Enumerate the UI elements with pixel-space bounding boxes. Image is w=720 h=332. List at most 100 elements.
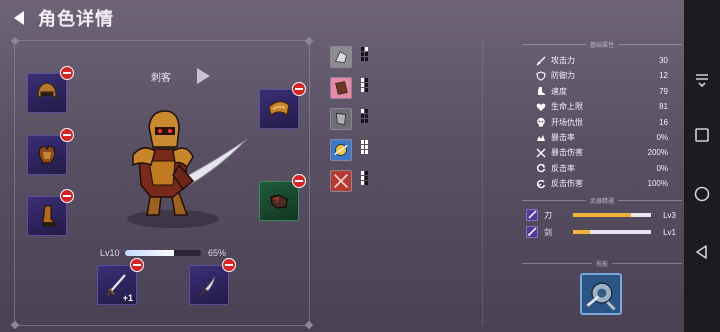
skill-pip <box>365 57 368 61</box>
skill-row[interactable] <box>330 77 370 99</box>
weapon-level: Lv3 <box>663 210 676 220</box>
skill-row[interactable] <box>330 170 370 192</box>
shoulder-armor-icon <box>268 100 290 117</box>
skill-row[interactable] <box>330 46 370 68</box>
stat-row: 生命上限 81 <box>536 100 668 113</box>
gloves-slot[interactable] <box>259 174 306 221</box>
skill-pip <box>361 176 364 180</box>
skill-pip <box>361 145 364 149</box>
stat-value: 12 <box>659 71 668 81</box>
skill-red-icon <box>330 170 352 192</box>
skill-pip <box>365 171 368 175</box>
stat-value: 79 <box>659 86 668 96</box>
stat-row: 开场仇恨 16 <box>536 116 668 129</box>
back-arrow-icon <box>14 11 24 25</box>
counter-rate-icon <box>536 164 546 173</box>
weapon-name: 刀 <box>544 210 552 220</box>
remove-helmet-button[interactable] <box>60 66 74 80</box>
skull-stat-icon <box>537 117 545 127</box>
boots-icon <box>42 205 56 227</box>
nav-menu-icon[interactable] <box>693 72 711 90</box>
counter-damage-icon <box>536 179 546 188</box>
skill-blue-icon <box>330 139 352 161</box>
mastery-bar <box>573 230 651 234</box>
skill-pip <box>365 83 368 87</box>
stat-row: 防御力 12 <box>536 69 668 82</box>
stat-row: 暴击伤害 200% <box>536 146 668 159</box>
character-detail-screen: 角色详情 +1 刺客 Lv10 65% 基础属性 攻击力 30 防御力 12 速… <box>0 0 684 332</box>
skill-pip <box>361 181 364 185</box>
skill-pip <box>361 52 364 56</box>
skill-pip <box>365 78 368 82</box>
gloves-icon <box>270 194 288 209</box>
xp-percent: 65% <box>208 248 227 258</box>
xp-bar <box>125 250 201 256</box>
skill-pip <box>365 114 368 118</box>
skill-pip <box>365 181 368 185</box>
skill-pip <box>361 171 364 175</box>
boots-slot[interactable] <box>27 189 74 236</box>
stat-label: 反击伤害 <box>551 179 583 189</box>
remove-gloves-button[interactable] <box>292 174 306 188</box>
skill-row[interactable] <box>330 139 370 161</box>
skill-gray-icon <box>330 108 352 130</box>
hero-character <box>127 110 248 228</box>
nav-home-icon[interactable] <box>693 185 711 203</box>
weapon-mastery-sword: 剑 Lv1 <box>526 225 676 239</box>
equipped-skill-icon[interactable] <box>580 273 622 315</box>
hero-class-label: 刺客 <box>151 73 171 84</box>
skill-pip <box>361 88 364 92</box>
skill-pip <box>365 119 368 123</box>
skill-pips <box>361 140 368 154</box>
armor-slot[interactable] <box>27 128 74 175</box>
skill-pips <box>361 109 368 123</box>
remove-sword-button[interactable] <box>130 258 144 272</box>
skill-pip <box>365 52 368 56</box>
weapon-name: 剑 <box>544 227 552 237</box>
skill-pips <box>361 171 368 185</box>
nav-recents-icon[interactable] <box>693 126 711 144</box>
back-button[interactable] <box>8 7 30 29</box>
skill-pip <box>361 109 364 113</box>
skill-row[interactable] <box>330 108 370 130</box>
skill-pip <box>361 114 364 118</box>
remove-boots-button[interactable] <box>60 189 74 203</box>
stat-value: 0% <box>656 133 668 142</box>
shoulder-slot[interactable] <box>259 82 306 129</box>
skill-pip <box>365 140 368 144</box>
sword-slot[interactable]: +1 <box>97 258 144 305</box>
header: 角色详情 <box>8 6 114 30</box>
stat-label: 开场仇恨 <box>551 117 583 127</box>
stat-value: 200% <box>647 148 668 158</box>
android-nav-bar <box>684 0 720 332</box>
shield-stat-icon <box>536 71 546 81</box>
stat-label: 暴击伤害 <box>551 148 583 158</box>
panel-divider <box>482 40 483 326</box>
next-class-button[interactable] <box>195 67 211 85</box>
skill-pip <box>361 140 364 144</box>
weapon-mastery-title: 武器精通 <box>522 196 683 205</box>
helmet-icon <box>37 82 57 100</box>
knife-slot[interactable] <box>189 258 236 305</box>
skill-pip <box>361 78 364 82</box>
nav-back-icon[interactable] <box>693 243 711 261</box>
stat-row: 暴击率 0% <box>536 131 668 144</box>
mastery-bar-fill <box>573 230 591 234</box>
skill-pip <box>361 119 364 123</box>
skill-pip <box>365 47 368 51</box>
stat-row: 反击伤害 100% <box>536 177 668 190</box>
armor-icon <box>38 145 56 164</box>
base-stats-title: 基础属性 <box>522 40 683 49</box>
page-title: 角色详情 <box>38 9 114 29</box>
remove-knife-button[interactable] <box>222 258 236 272</box>
remove-shoulder-button[interactable] <box>292 82 306 96</box>
sword-stat-icon <box>536 56 546 65</box>
remove-armor-button[interactable] <box>60 128 74 142</box>
stat-row: 攻击力 30 <box>536 54 668 67</box>
skill-pip <box>365 176 368 180</box>
skill-pip <box>365 88 368 92</box>
skill-pip <box>365 145 368 149</box>
helmet-slot[interactable] <box>27 66 74 113</box>
stat-label: 防御力 <box>551 71 575 81</box>
skill-pip <box>361 150 364 154</box>
